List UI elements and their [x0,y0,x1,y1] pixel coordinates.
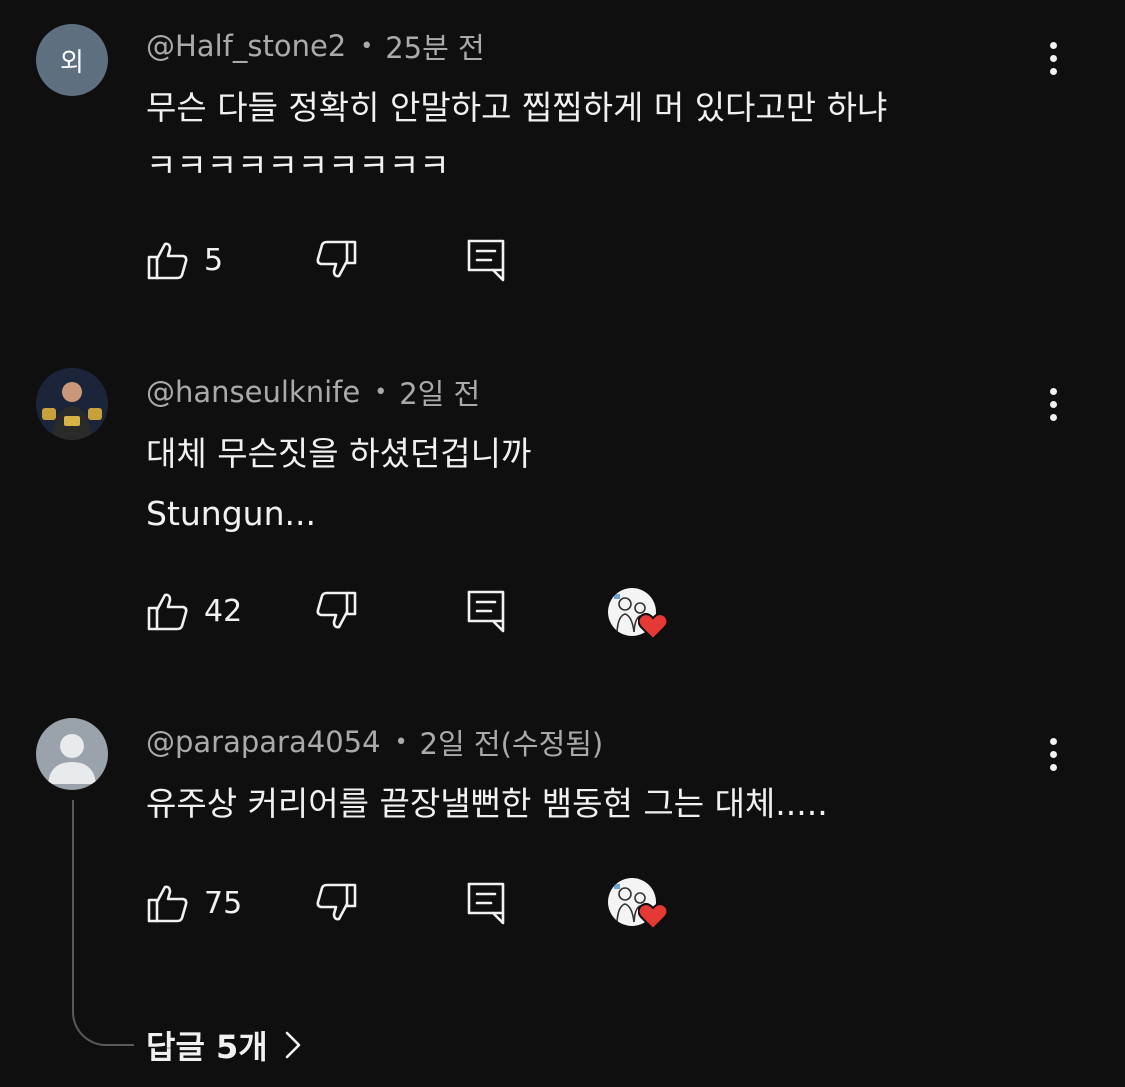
thumb-down-icon [316,883,357,921]
more-vert-icon [1049,737,1057,745]
default-avatar-icon [48,734,96,784]
creator-heart-badge [608,878,672,938]
comment-text-line-1: 유주상 커리어를 끝장낼뻔한 뱀동현 그는 대체..... [146,784,828,823]
comment-meta: @parapara4054 • 2일 전(수정됨) [146,722,603,762]
author-name[interactable]: @parapara4054 [146,725,381,759]
replies-label: 답글 5개 [146,1028,268,1066]
view-replies-button[interactable]: 답글 5개 [146,1022,302,1068]
timestamp: 2일 전(수정됨) [419,727,604,761]
like-count: 75 [204,885,243,921]
reply-thread-line [72,800,134,1046]
chevron-right-icon [285,1031,301,1059]
more-options-button[interactable] [1036,734,1070,774]
comment-3: @parapara4054 • 2일 전(수정됨) 유주상 커리어를 끝장낼뻔한… [0,0,1125,1087]
thumb-up-icon [147,885,188,923]
reply-button[interactable] [466,880,506,926]
separator-dot: • [394,729,408,755]
reply-icon [467,882,505,925]
heart-icon [638,902,668,930]
like-button[interactable]: 75 [146,880,242,926]
dislike-button[interactable] [314,880,358,926]
avatar[interactable] [36,718,108,790]
